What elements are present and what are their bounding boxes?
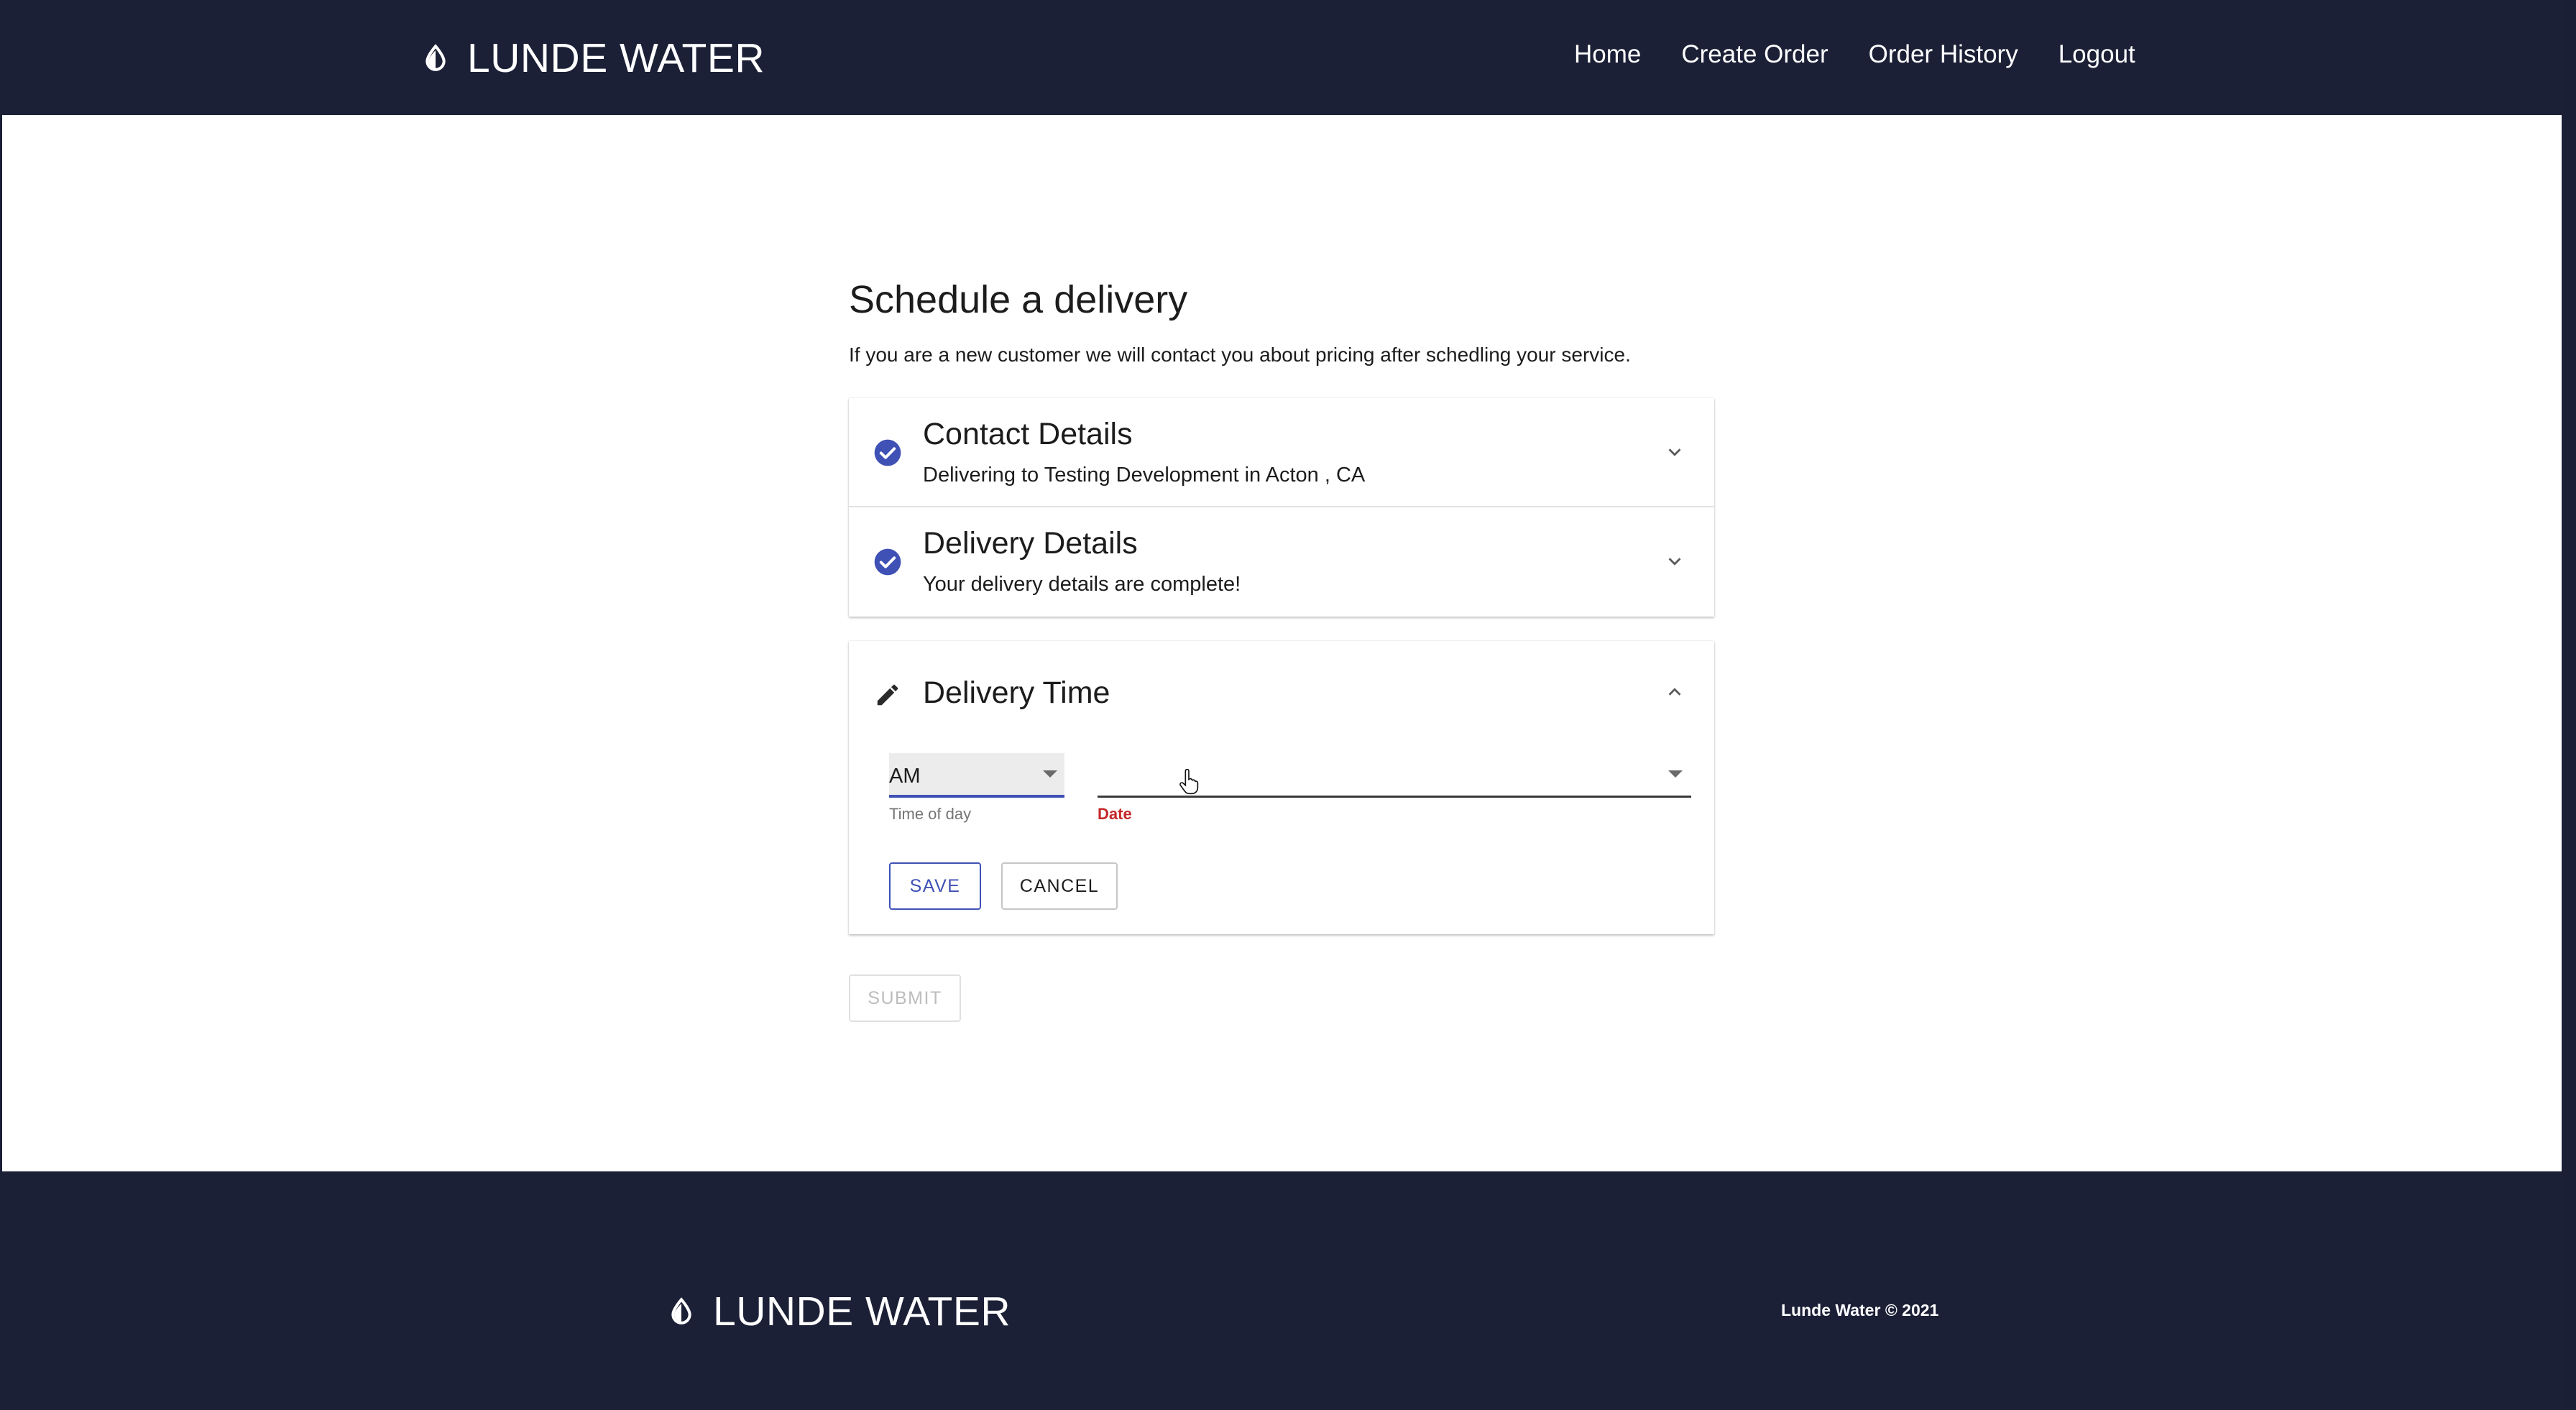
water-drop-icon (426, 44, 446, 71)
nav-logout-link[interactable]: Logout (2058, 40, 2135, 69)
top-navbar: LUNDE WATER Home Create Order Order Hist… (0, 0, 2562, 115)
check-circle-icon (874, 439, 901, 466)
delivery-time-step: Delivery Time AM Time of day Date SAVE C… (849, 641, 1714, 934)
check-circle-icon (874, 548, 901, 576)
chevron-up-icon[interactable] (1664, 681, 1685, 703)
hand-pointer-cursor-icon (1179, 769, 1199, 795)
time-of-day-value: AM (889, 765, 921, 788)
delivery-time-title: Delivery Time (923, 676, 1110, 710)
delivery-details-step[interactable]: Delivery Details Your delivery details a… (849, 507, 1714, 617)
window-edge-right (2562, 0, 2576, 1410)
delivery-details-title: Delivery Details (923, 526, 1138, 561)
main-nav: Home Create Order Order History Logout (1574, 40, 2135, 69)
contact-details-summary: Delivering to Testing Development in Act… (923, 464, 1366, 487)
water-drop-icon (671, 1297, 691, 1324)
contact-details-title: Contact Details (923, 417, 1133, 451)
contact-details-step[interactable]: Contact Details Delivering to Testing De… (849, 398, 1714, 507)
chevron-down-icon[interactable] (1664, 441, 1685, 463)
header-logo[interactable]: LUNDE WATER (421, 34, 765, 82)
page-title: Schedule a delivery (849, 278, 1188, 321)
cancel-button[interactable]: CANCEL (1001, 862, 1118, 910)
nav-home-link[interactable]: Home (1574, 40, 1641, 69)
chevron-down-icon[interactable] (1664, 550, 1685, 572)
delivery-details-summary: Your delivery details are complete! (923, 573, 1241, 596)
submit-button[interactable]: SUBMIT (849, 974, 961, 1022)
time-of-day-label: Time of day (889, 805, 972, 823)
dropdown-arrow-icon (1043, 770, 1057, 778)
dropdown-arrow-icon (1668, 770, 1683, 778)
copyright-text: Lunde Water © 2021 (1781, 1301, 1939, 1319)
header-brand-text: LUNDE WATER (467, 35, 765, 81)
schedule-delivery-section: Schedule a delivery If you are a new cus… (849, 277, 1714, 934)
save-button[interactable]: SAVE (889, 862, 981, 910)
page: LUNDE WATER Home Create Order Order Hist… (0, 0, 2576, 1410)
time-of-day-select[interactable]: AM (889, 753, 1064, 798)
page-subtitle: If you are a new customer we will contac… (849, 344, 1631, 366)
footer: LUNDE WATER Lunde Water © 2021 (0, 1171, 2562, 1410)
nav-order-history-link[interactable]: Order History (1869, 40, 2018, 69)
completed-steps-panel: Contact Details Delivering to Testing De… (849, 398, 1714, 617)
nav-create-order-link[interactable]: Create Order (1681, 40, 1828, 69)
footer-logo[interactable]: LUNDE WATER (667, 1288, 1011, 1335)
pencil-icon (877, 684, 898, 706)
date-label: Date (1098, 805, 1132, 823)
footer-brand-text: LUNDE WATER (713, 1289, 1011, 1335)
